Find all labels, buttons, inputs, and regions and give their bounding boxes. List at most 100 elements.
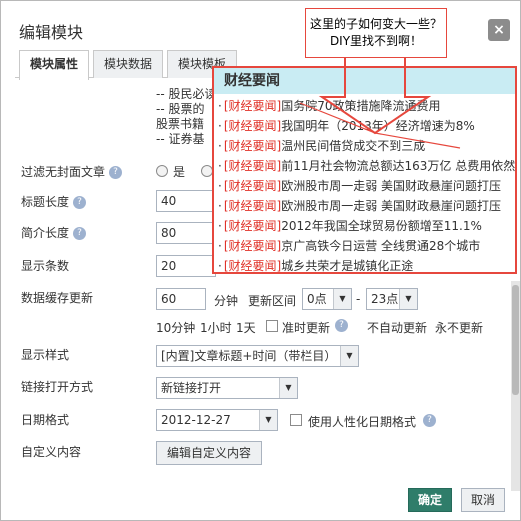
summary-length-label: 简介长度 xyxy=(21,226,70,240)
news-category[interactable]: [财经要闻] xyxy=(224,259,281,273)
title-length-row: 标题长度? xyxy=(21,193,87,210)
display-style-select[interactable]: [内置]文章标题+时间（带栏目） ▼ xyxy=(156,345,359,367)
dialog-title: 编辑模块 xyxy=(19,23,84,42)
filter-cover-yes-radio[interactable] xyxy=(156,165,168,177)
date-format-value: 2012-12-27 xyxy=(161,413,231,427)
range-dash: - xyxy=(356,292,361,306)
range-to-value: 23点 xyxy=(371,292,399,306)
news-title[interactable]: 城乡共荣才是城镇化正途 xyxy=(281,259,413,273)
news-category[interactable]: [财经要闻] xyxy=(224,219,281,233)
preset-1hour-link[interactable]: 1小时 xyxy=(200,319,232,336)
cancel-button[interactable]: 取消 xyxy=(461,488,505,512)
news-category[interactable]: [财经要闻] xyxy=(224,99,281,113)
annotation-text: 这里的子如何变大一些？DIY里找不到啊！ xyxy=(309,17,442,48)
news-item[interactable]: · [财经要闻]2012年我国全球贸易份额增至11.1% xyxy=(214,216,515,236)
news-title[interactable]: 温州民间借贷成交不到三成 xyxy=(281,139,425,153)
link-open-row: 链接打开方式 xyxy=(21,378,93,395)
news-popup-header: 财经要闻 xyxy=(214,68,515,94)
display-count-input[interactable]: 20 xyxy=(156,255,216,277)
bullet-icon: · xyxy=(218,119,222,133)
news-item[interactable]: · [财经要闻]国务院70政策措施降流通费用 xyxy=(214,96,515,116)
chevron-down-icon: ▼ xyxy=(399,289,417,309)
filter-cover-label: 过滤无封面文章 xyxy=(21,165,106,179)
range-from-value: 0点 xyxy=(307,292,327,306)
help-icon[interactable]: ? xyxy=(73,196,87,209)
display-style-label: 显示样式 xyxy=(21,348,70,362)
summary-length-input[interactable]: 80 xyxy=(156,222,216,244)
news-title[interactable]: 国务院70政策措施降流通费用 xyxy=(281,99,440,113)
tab-module-properties[interactable]: 模块属性 xyxy=(19,50,90,80)
filter-cover-yes-label: 是 xyxy=(173,165,186,179)
scrollbar-thumb[interactable] xyxy=(512,285,519,395)
news-preview-popup: 财经要闻 · [财经要闻]国务院70政策措施降流通费用 · [财经要闻]我国明年（20… xyxy=(212,66,517,274)
news-title[interactable]: 欧洲股市周一走弱 美国财政悬崖问题打压 xyxy=(281,179,501,193)
news-category[interactable]: [财经要闻] xyxy=(224,119,281,133)
news-title[interactable]: 欧洲股市周一走弱 美国财政悬崖问题打压 xyxy=(281,199,501,213)
news-item[interactable]: · [财经要闻]前11月社会物流总额达163万亿 总费用依然偏 xyxy=(214,156,515,176)
chevron-down-icon: ▼ xyxy=(333,289,351,309)
cache-minutes-input[interactable]: 60 xyxy=(156,288,206,310)
help-icon[interactable]: ? xyxy=(73,227,87,240)
date-format-select[interactable]: 2012-12-27 ▼ xyxy=(156,409,278,431)
news-category[interactable]: [财经要闻] xyxy=(224,179,281,193)
news-category[interactable]: [财经要闻] xyxy=(224,199,281,213)
humanize-date-label: 使用人性化日期格式 xyxy=(308,415,417,429)
chevron-down-icon: ▼ xyxy=(279,378,297,398)
chevron-down-icon: ▼ xyxy=(259,410,277,430)
news-category[interactable]: [财经要闻] xyxy=(224,239,281,253)
display-style-value: [内置]文章标题+时间（带栏目） xyxy=(161,349,337,363)
annotation-callout: 这里的子如何变大一些？DIY里找不到啊！ xyxy=(305,8,447,58)
news-item[interactable]: · [财经要闻]京广高铁今日运营 全线贯通28个城市 xyxy=(214,236,515,256)
bullet-icon: · xyxy=(218,259,222,273)
news-category[interactable]: [财经要闻] xyxy=(224,159,281,173)
humanize-date-checkbox[interactable] xyxy=(290,414,302,426)
news-title[interactable]: 前11月社会物流总额达163万亿 总费用依然偏 xyxy=(281,159,515,173)
title-length-input[interactable]: 40 xyxy=(156,190,216,212)
never-update-link[interactable]: 永不更新 xyxy=(435,319,483,336)
preset-10min-link[interactable]: 10分钟 xyxy=(156,319,195,336)
link-open-label: 链接打开方式 xyxy=(21,380,94,394)
link-open-value: 新链接打开 xyxy=(161,381,222,395)
no-auto-update-link[interactable]: 不自动更新 xyxy=(367,319,427,336)
date-format-row: 日期格式 xyxy=(21,411,69,428)
range-from-select[interactable]: 0点 ▼ xyxy=(302,288,352,310)
bullet-icon: · xyxy=(218,199,222,213)
preset-1day-link[interactable]: 1天 xyxy=(236,319,256,336)
on-time-update-label: 准时更新 xyxy=(282,321,331,335)
cache-unit-label: 分钟 xyxy=(214,294,239,308)
update-range-label: 更新区间 xyxy=(248,294,297,308)
news-item[interactable]: · [财经要闻]城乡共荣才是城镇化正途 xyxy=(214,256,515,276)
bullet-icon: · xyxy=(218,239,222,253)
cache-update-row: 数据缓存更新 xyxy=(21,289,93,306)
edit-custom-content-button[interactable]: 编辑自定义内容 xyxy=(156,441,262,465)
help-icon[interactable]: ? xyxy=(423,414,436,427)
title-length-label: 标题长度 xyxy=(21,195,70,209)
summary-length-row: 简介长度? xyxy=(21,224,87,241)
on-time-update-checkbox[interactable] xyxy=(266,320,278,332)
news-item[interactable]: · [财经要闻]欧洲股市周一走弱 美国财政悬崖问题打压 xyxy=(214,176,515,196)
news-title[interactable]: 2012年我国全球贸易份额增至11.1% xyxy=(281,219,482,233)
bullet-icon: · xyxy=(218,159,222,173)
range-to-select[interactable]: 23点 ▼ xyxy=(366,288,418,310)
help-icon[interactable]: ? xyxy=(335,319,348,332)
filter-cover-row: 过滤无封面文章? xyxy=(21,163,123,180)
news-title[interactable]: 我国明年（2013年）经济增速为8% xyxy=(281,119,475,133)
news-category[interactable]: [财经要闻] xyxy=(224,139,281,153)
bullet-icon: · xyxy=(218,139,222,153)
scrollbar[interactable] xyxy=(511,281,520,491)
news-item[interactable]: · [财经要闻]温州民间借贷成交不到三成 xyxy=(214,136,515,156)
confirm-button[interactable]: 确定 xyxy=(408,488,452,512)
display-count-label: 显示条数 xyxy=(21,259,70,273)
custom-content-label: 自定义内容 xyxy=(21,445,82,459)
news-item[interactable]: · [财经要闻]我国明年（2013年）经济增速为8% xyxy=(214,116,515,136)
close-icon[interactable]: × xyxy=(488,19,510,41)
cache-update-label: 数据缓存更新 xyxy=(21,291,94,305)
link-open-select[interactable]: 新链接打开 ▼ xyxy=(156,377,298,399)
bullet-icon: · xyxy=(218,219,222,233)
help-icon[interactable]: ? xyxy=(109,166,123,179)
news-item[interactable]: · [财经要闻]欧洲股市周一走弱 美国财政悬崖问题打压 xyxy=(214,196,515,216)
tab-module-data[interactable]: 模块数据 xyxy=(93,50,164,78)
news-title[interactable]: 京广高铁今日运营 全线贯通28个城市 xyxy=(281,239,480,253)
news-list: · [财经要闻]国务院70政策措施降流通费用 · [财经要闻]我国明年（2013年）经… xyxy=(214,96,515,276)
bullet-icon: · xyxy=(218,99,222,113)
